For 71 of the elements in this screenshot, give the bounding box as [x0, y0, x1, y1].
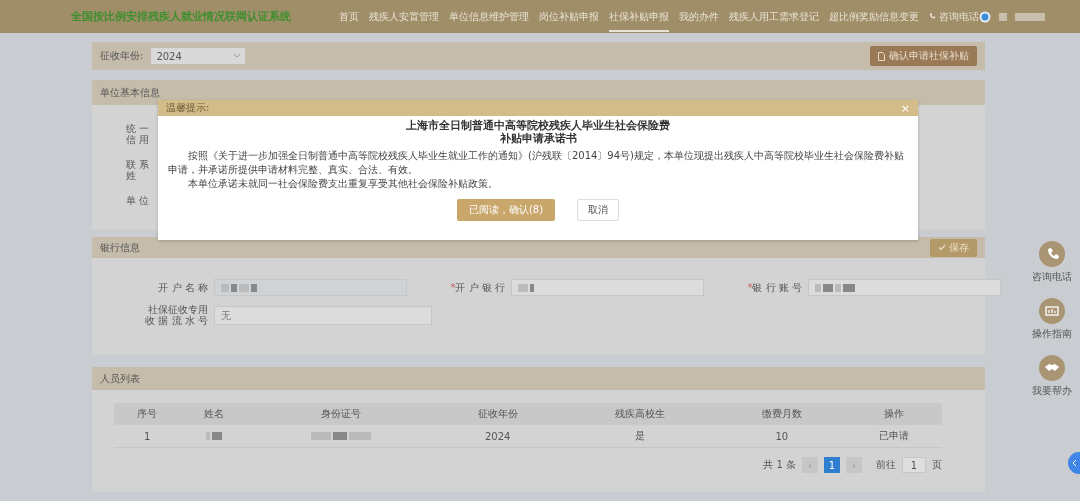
field-label: 社保征收专用 收 据 流 水 号 [144, 304, 208, 326]
chevron-down-icon [234, 54, 241, 58]
table-cell: 2024 [434, 425, 562, 448]
redacted-mark [518, 283, 534, 292]
redacted-mark [310, 431, 371, 440]
column-header: 操作 [845, 403, 942, 425]
text-field[interactable] [511, 279, 704, 296]
year-select[interactable]: 2024 [151, 48, 246, 64]
table-cell: 1 [114, 425, 181, 448]
nav-tab[interactable]: 岗位补贴申报 [539, 1, 599, 32]
nav-tab[interactable]: 超比例奖励信息变更 [829, 1, 919, 32]
paragraph: 本单位承诺未就同一社会保险费支出重复享受其他社会保险补贴政策。 [187, 177, 499, 191]
next-page-button[interactable]: › [846, 457, 862, 473]
nav-tab[interactable]: 我的办件 [679, 1, 719, 32]
nav-tab[interactable]: 单位信息维护管理 [449, 1, 529, 32]
chat-icon[interactable] [979, 10, 991, 23]
nav-tab[interactable]: 残疾人用工需求登记 [729, 1, 819, 32]
field-label: 开 户 名 称 [157, 280, 208, 295]
nav-tab[interactable]: 残疾人安置管理 [369, 1, 439, 32]
check-icon [937, 243, 946, 251]
field-label: *银 行 账 号 [746, 280, 802, 295]
help-button[interactable]: 操作指南 [1032, 298, 1072, 341]
phone-icon [929, 12, 937, 21]
field-label: 联 系 姓 [126, 159, 150, 181]
confirm-button[interactable]: 已阅读，确认(8) [456, 199, 556, 221]
column-header: 征收年份 [434, 403, 562, 425]
redacted-mark [221, 283, 257, 292]
phone-link[interactable]: 咨询电话 [929, 9, 979, 24]
section-title: 人员列表 [100, 371, 140, 386]
prev-page-button[interactable]: ‹ [802, 457, 818, 473]
help-button[interactable]: 咨询电话 [1032, 241, 1072, 284]
guide-icon [1044, 303, 1060, 319]
apply-button[interactable]: 确认申请社保补贴 [870, 46, 977, 66]
redacted-mark [1015, 12, 1045, 21]
redacted-mark [815, 283, 855, 292]
column-header: 残疾高校生 [561, 403, 719, 425]
close-button[interactable]: × [900, 101, 910, 115]
field-label: 单 位 [126, 195, 150, 206]
page-button[interactable]: 1 [824, 457, 840, 473]
document-icon [878, 51, 885, 61]
help-button[interactable]: 我要帮办 [1032, 355, 1072, 398]
column-header: 身份证号 [246, 403, 435, 425]
column-header: 姓名 [180, 403, 247, 425]
section-title: 银行信息 [100, 240, 140, 255]
cancel-button[interactable]: 取消 [577, 199, 620, 221]
document-heading: 上海市全日制普通中高等院校残疾人毕业生社会保险费 补贴申请承诺书 [405, 119, 671, 145]
side-toggle[interactable] [1068, 452, 1080, 474]
page-suffix: 页 [932, 458, 942, 472]
app-title: 全国按比例安排残疾人就业情况联网认证系统 [71, 9, 291, 24]
table-cell: 是 [561, 425, 719, 448]
field-label: *开 户 银 行 [449, 280, 505, 295]
redacted-mark [205, 431, 222, 440]
year-label: 征收年份: [100, 49, 144, 63]
paragraph: 按照《关于进一步加强全日制普通中高等院校残疾人毕业生就业工作的通知》(沪残联〔2014〕94号)规定，本单位现提出残疾人中高等院校毕业生社会保险费补贴申请，并承诺所提供申请材料完整、真实、合法、有效。 [168, 149, 905, 177]
chevron-left-icon [1071, 459, 1077, 467]
nav-tab[interactable]: 首页 [339, 1, 359, 32]
table-cell: 10 [718, 425, 846, 448]
serial-field[interactable]: 无 [214, 305, 432, 325]
table-cell: 已申请 [845, 425, 942, 448]
section-title: 单位基本信息 [100, 85, 160, 100]
column-header: 序号 [114, 403, 181, 425]
redacted-mark [999, 12, 1007, 21]
goto-label: 前往 [876, 458, 896, 472]
save-button[interactable]: 保存 [929, 238, 977, 257]
nav-tab[interactable]: 社保补贴申报 [609, 1, 669, 32]
page-input[interactable]: 1 [902, 457, 926, 473]
column-header: 缴费月数 [718, 403, 846, 425]
dialog-title: 温馨提示: [166, 101, 210, 115]
text-field[interactable] [808, 279, 1001, 296]
field-label: 统 一 信 用 [126, 123, 150, 145]
total-count: 共 1 条 [763, 458, 796, 472]
